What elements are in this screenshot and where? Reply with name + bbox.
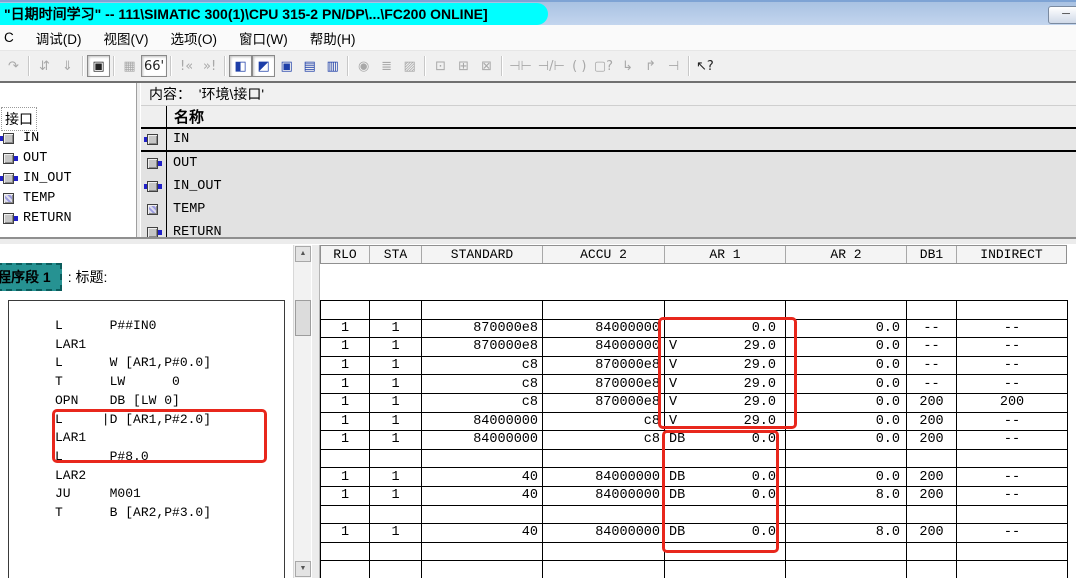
step7-editor-window: "日期时间学习" -- 111\SIMATIC 300(1)\CPU 315-2… (0, 0, 1076, 578)
code-line: T B [AR2,P#3.0] (55, 504, 284, 523)
menu-options[interactable]: 选项(O) (160, 25, 229, 51)
code-line: L P##IN0 (55, 317, 284, 336)
tree-item-in[interactable]: IN (0, 128, 136, 148)
connector-icon (144, 203, 162, 216)
network-label[interactable]: 程序段 1 (0, 263, 62, 291)
window-title: "日期时间学习" -- 111\SIMATIC 300(1)\CPU 315-2… (0, 3, 548, 25)
redo-icon[interactable]: ↷ (2, 55, 25, 77)
coil-icon[interactable]: ( ) (568, 55, 591, 77)
code-line: LAR1 (55, 336, 284, 355)
connector-icon (144, 157, 162, 170)
col-header-ar2: AR 2 (786, 246, 907, 263)
menu-plc[interactable]: C (0, 27, 25, 48)
register-row (321, 561, 1068, 578)
decl-row-temp[interactable]: TEMP (141, 198, 1076, 221)
set-breakpoint-icon[interactable]: ◉ (352, 55, 375, 77)
call-path-icon[interactable]: ⇵ (33, 55, 56, 77)
clear-breakpoints-icon[interactable]: ▨ (398, 55, 421, 77)
tile-vertical-icon[interactable]: ▥ (321, 55, 344, 77)
col-header-sta: STA (370, 246, 422, 263)
connector-icon (0, 192, 18, 205)
menu-help[interactable]: 帮助(H) (299, 25, 367, 51)
cascade-windows-icon[interactable]: ▣ (275, 55, 298, 77)
highlight-box-ar1-lower (662, 430, 779, 553)
icon-column-header (141, 106, 167, 127)
code-scrollbar[interactable]: ▲ ▼ (293, 245, 311, 578)
code-line: L W [AR1,P#0.0] (55, 354, 284, 373)
program-elements-icon[interactable]: ▣ (87, 55, 110, 77)
tree-item-out[interactable]: OUT (0, 148, 136, 168)
highlight-box-ar1-upper (658, 317, 797, 429)
tree-item-return[interactable]: RETURN (0, 208, 136, 228)
contact-no-icon[interactable]: ⊣⊢ (506, 55, 535, 77)
code-line: JU M001 (55, 485, 284, 504)
name-column-header: 名称 (141, 106, 1076, 129)
bottom-panel-splitter[interactable] (311, 245, 320, 578)
code-line: LAR2 (55, 467, 284, 486)
col-header-db1: DB1 (907, 246, 957, 263)
menu-debug[interactable]: 调试(D) (25, 25, 93, 51)
branch-icon[interactable]: ⊣ (662, 55, 685, 77)
interface-tree: 接口 IN OUT IN_OUT (0, 83, 136, 237)
block-format-icon[interactable]: ⊞ (452, 55, 475, 77)
highlight-box-code (52, 409, 267, 463)
connector-icon (0, 152, 18, 165)
minimize-button[interactable]: ─ (1048, 6, 1076, 24)
panel-splitter-horizontal[interactable] (0, 237, 1076, 245)
code-line: T LW 0 (55, 373, 284, 392)
register-status-table: RLO STA STANDARD ACCU 2 AR 1 AR 2 DB1 IN… (320, 245, 1070, 578)
status-setup-icon[interactable]: ▦ (118, 55, 141, 77)
close-branch-icon[interactable]: ↱ (639, 55, 662, 77)
connector-icon (144, 226, 162, 237)
menu-view[interactable]: 视图(V) (93, 25, 160, 51)
declaration-area: 接口 IN OUT IN_OUT (0, 83, 1076, 237)
detail-window-icon[interactable]: ◩ (252, 55, 275, 77)
menu-bar: C 调试(D) 视图(V) 选项(O) 窗口(W) 帮助(H) (0, 25, 1076, 51)
col-header-ar1: AR 1 (665, 246, 786, 263)
stl-editor: 程序段 1 : 标题: L P##IN0 LAR1 L W [AR1,P#0.0… (0, 245, 293, 578)
col-header-accu2: ACCU 2 (543, 246, 665, 263)
decl-row-out[interactable]: OUT (141, 152, 1076, 175)
bottom-area: 程序段 1 : 标题: L P##IN0 LAR1 L W [AR1,P#0.0… (0, 245, 1076, 578)
connector-icon (144, 133, 162, 146)
operand-format-icon[interactable]: ⊡ (429, 55, 452, 77)
breakpoints-active-icon[interactable]: ≣ (375, 55, 398, 77)
tree-item-temp[interactable]: TEMP (0, 188, 136, 208)
register-table-header: RLO STA STANDARD ACCU 2 AR 1 AR 2 DB1 IN… (320, 245, 1067, 264)
title-bar: "日期时间学习" -- 111\SIMATIC 300(1)\CPU 315-2… (0, 0, 1076, 25)
content-path-label: 内容： '环境\接口' (141, 83, 1076, 106)
contact-nc-icon[interactable]: ⊣/⊢ (535, 55, 568, 77)
empty-box-icon[interactable]: ▢? (591, 55, 616, 77)
decl-row-in-out[interactable]: IN_OUT (141, 175, 1076, 198)
decl-row-in[interactable]: IN (141, 129, 1076, 152)
scrollbar-thumb[interactable] (295, 300, 311, 336)
col-header-standard: STANDARD (422, 246, 543, 263)
network-title-label: : 标题: (68, 267, 108, 287)
connector-icon (0, 172, 18, 185)
goto-prev-error-icon[interactable]: !« (175, 55, 198, 77)
col-header-rlo: RLO (321, 246, 370, 263)
toolbar: ↷ ⇵ ⇓ ▣ ▦ 66' !« »! ◧ ◩ ▣ (0, 51, 1076, 83)
help-select-icon[interactable]: ↖? (693, 55, 717, 77)
scroll-up-icon[interactable]: ▲ (295, 246, 311, 262)
decl-row-return[interactable]: RETURN (141, 221, 1076, 237)
tree-item-in-out[interactable]: IN_OUT (0, 168, 136, 188)
code-line: OPN DB [LW 0] (55, 392, 284, 411)
goto-next-error-icon[interactable]: »! (198, 55, 221, 77)
scroll-down-icon[interactable]: ▼ (295, 561, 311, 577)
col-header-indirect: INDIRECT (957, 246, 1066, 263)
declaration-table: 内容： '环境\接口' 名称 IN OUT (141, 83, 1076, 237)
open-branch-icon[interactable]: ↳ (616, 55, 639, 77)
network-header: 程序段 1 : 标题: (0, 264, 107, 290)
symbol-format-icon[interactable]: ⊠ (475, 55, 498, 77)
menu-window[interactable]: 窗口(W) (228, 25, 299, 51)
connector-icon (144, 180, 162, 193)
tile-horizontal-icon[interactable]: ▤ (298, 55, 321, 77)
download-icon[interactable]: ⇓ (56, 55, 79, 77)
connector-icon (0, 132, 18, 145)
overview-window-icon[interactable]: ◧ (229, 55, 252, 77)
connector-icon (0, 212, 18, 225)
monitor-glasses-icon[interactable]: 66' (141, 55, 167, 77)
